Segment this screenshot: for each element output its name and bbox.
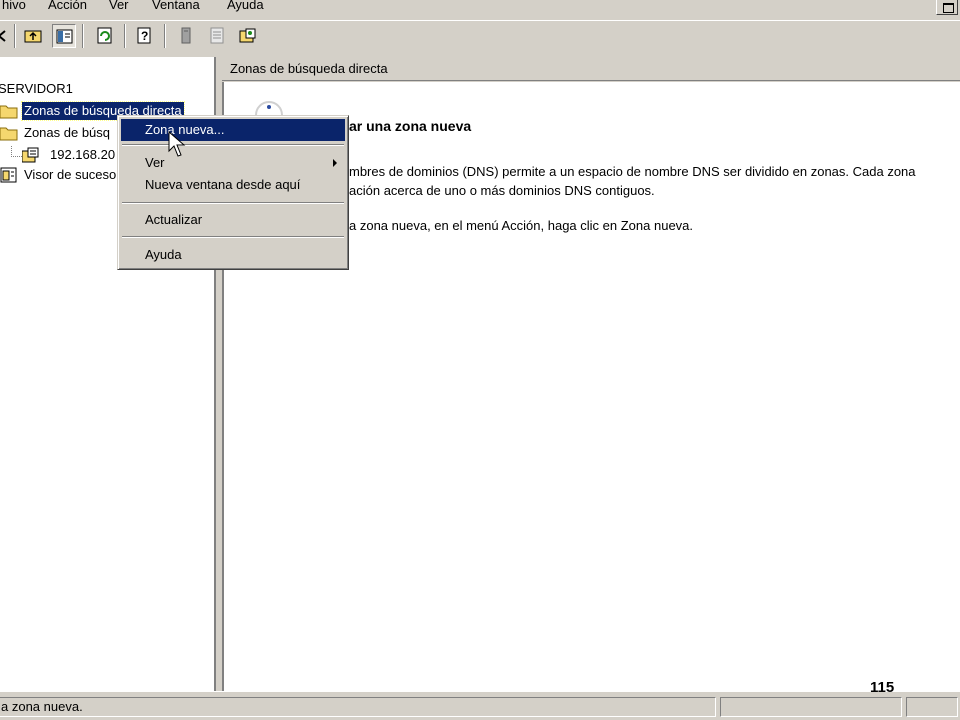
status-text: a zona nueva. [0, 697, 716, 717]
content-heading: ar una zona nueva [349, 118, 472, 134]
menu-item-label: Ayuda [145, 247, 182, 262]
page-number: 115 [870, 679, 895, 696]
context-menu: Zona nueva... Ver Nueva ventana desde aq… [117, 115, 349, 270]
toolbar-separator [14, 24, 16, 48]
svg-text:?: ? [141, 29, 148, 43]
content-line-1: mbres de dominios (DNS) permite a un esp… [349, 164, 916, 179]
up-folder-icon[interactable] [21, 24, 45, 48]
menu-separator [122, 144, 344, 146]
menu-separator [122, 236, 344, 238]
menu-accion[interactable]: Acción [46, 0, 89, 15]
menu-ver[interactable]: Ver [107, 0, 131, 15]
restore-window-button[interactable] [936, 0, 958, 15]
tree-node-label: Visor de suceso [24, 167, 117, 182]
tree-node-label: Zonas de búsq [24, 125, 111, 140]
help-icon[interactable]: ? [133, 24, 157, 48]
status-panel-3 [906, 697, 958, 717]
toolbar-separator [164, 24, 166, 48]
tree-root-label: SERVIDOR1 [0, 81, 73, 96]
right-pane-header: Zonas de búsqueda directa [222, 57, 960, 81]
tree-connector [11, 146, 22, 157]
content-line-3: a zona nueva, en el menú Acción, haga cl… [349, 218, 694, 233]
menu-ventana[interactable]: Ventana [150, 0, 202, 15]
event-viewer-icon [0, 167, 18, 183]
menu-archivo[interactable]: hivo [0, 0, 28, 15]
toolbar: ? [0, 20, 960, 52]
folder-icon [0, 103, 18, 119]
status-panel-2 [720, 697, 902, 717]
menu-item-actualizar[interactable]: Actualizar [121, 209, 345, 231]
menu-item-ayuda[interactable]: Ayuda [121, 244, 345, 266]
menu-ayuda[interactable]: Ayuda [225, 0, 266, 15]
menu-item-nueva-ventana[interactable]: Nueva ventana desde aquí [121, 174, 345, 196]
menu-item-label: Ver [145, 155, 165, 170]
refresh-icon[interactable] [93, 24, 117, 48]
show-hide-tree-icon[interactable] [52, 24, 76, 48]
server-icon[interactable] [174, 24, 198, 48]
list-icon[interactable] [205, 24, 229, 48]
tree-node-label: 192.168.20 [50, 147, 116, 162]
status-bar: a zona nueva. [0, 691, 960, 720]
content-line-2: ación acerca de uno o más dominios DNS c… [349, 183, 655, 198]
toolbar-separator [82, 24, 84, 48]
menu-item-ver[interactable]: Ver [121, 152, 345, 174]
zone-icon [21, 147, 40, 163]
menu-item-label: Nueva ventana desde aquí [145, 177, 301, 192]
menu-item-label: Actualizar [145, 212, 203, 227]
menu-item-zona-nueva[interactable]: Zona nueva... [121, 119, 345, 141]
mouse-cursor-icon [168, 131, 186, 157]
zone-icon[interactable] [236, 24, 260, 48]
submenu-arrow-icon [333, 159, 337, 167]
folder-icon [0, 125, 18, 141]
menu-bar: hivo Acción Ver Ventana Ayuda [0, 0, 960, 20]
toolbar-separator [124, 24, 126, 48]
menu-separator [122, 202, 344, 204]
